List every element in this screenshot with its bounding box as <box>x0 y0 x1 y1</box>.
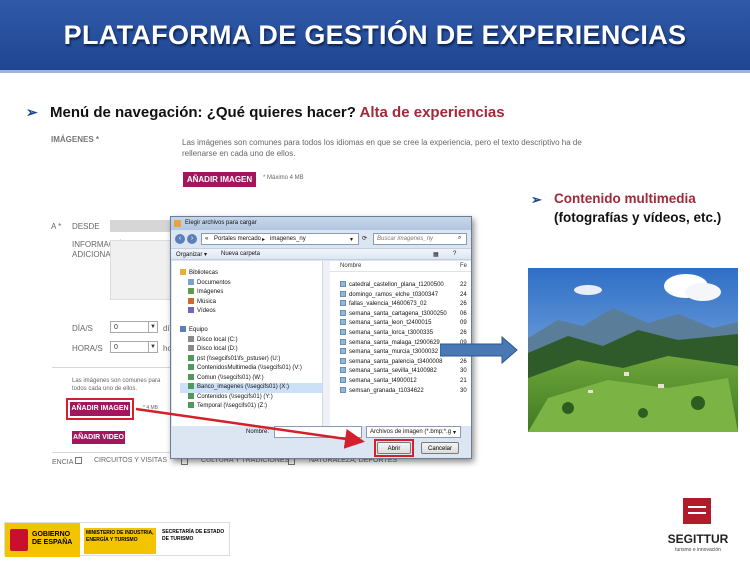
secretary-name: SECRETARÍA DE ESTADO DE TURISMO <box>162 529 225 542</box>
segittur-tagline: turismo e innovación <box>675 547 721 553</box>
gov-name: GOBIERNO DE ESPAÑA <box>32 531 73 546</box>
ministry-name: MINISTERIO DE INDUSTRIA, ENERGÍA Y TURIS… <box>84 528 156 554</box>
government-logo: GOBIERNO DE ESPAÑA MINISTERIO DE INDUSTR… <box>4 522 230 557</box>
coat-of-arms-icon <box>10 529 28 551</box>
bullet-arrow-icon: ➢ <box>531 192 542 207</box>
blue-arrow-icon <box>440 336 518 364</box>
multimedia-title: Contenido multimedia <box>554 191 696 206</box>
segittur-logo-icon <box>683 498 711 524</box>
multimedia-subtitle: (fotografías y vídeos, etc.) <box>554 210 722 225</box>
red-arrow-icon <box>135 407 365 449</box>
segittur-brand: SEGITTUR <box>667 532 729 546</box>
landscape-photo <box>528 268 738 432</box>
